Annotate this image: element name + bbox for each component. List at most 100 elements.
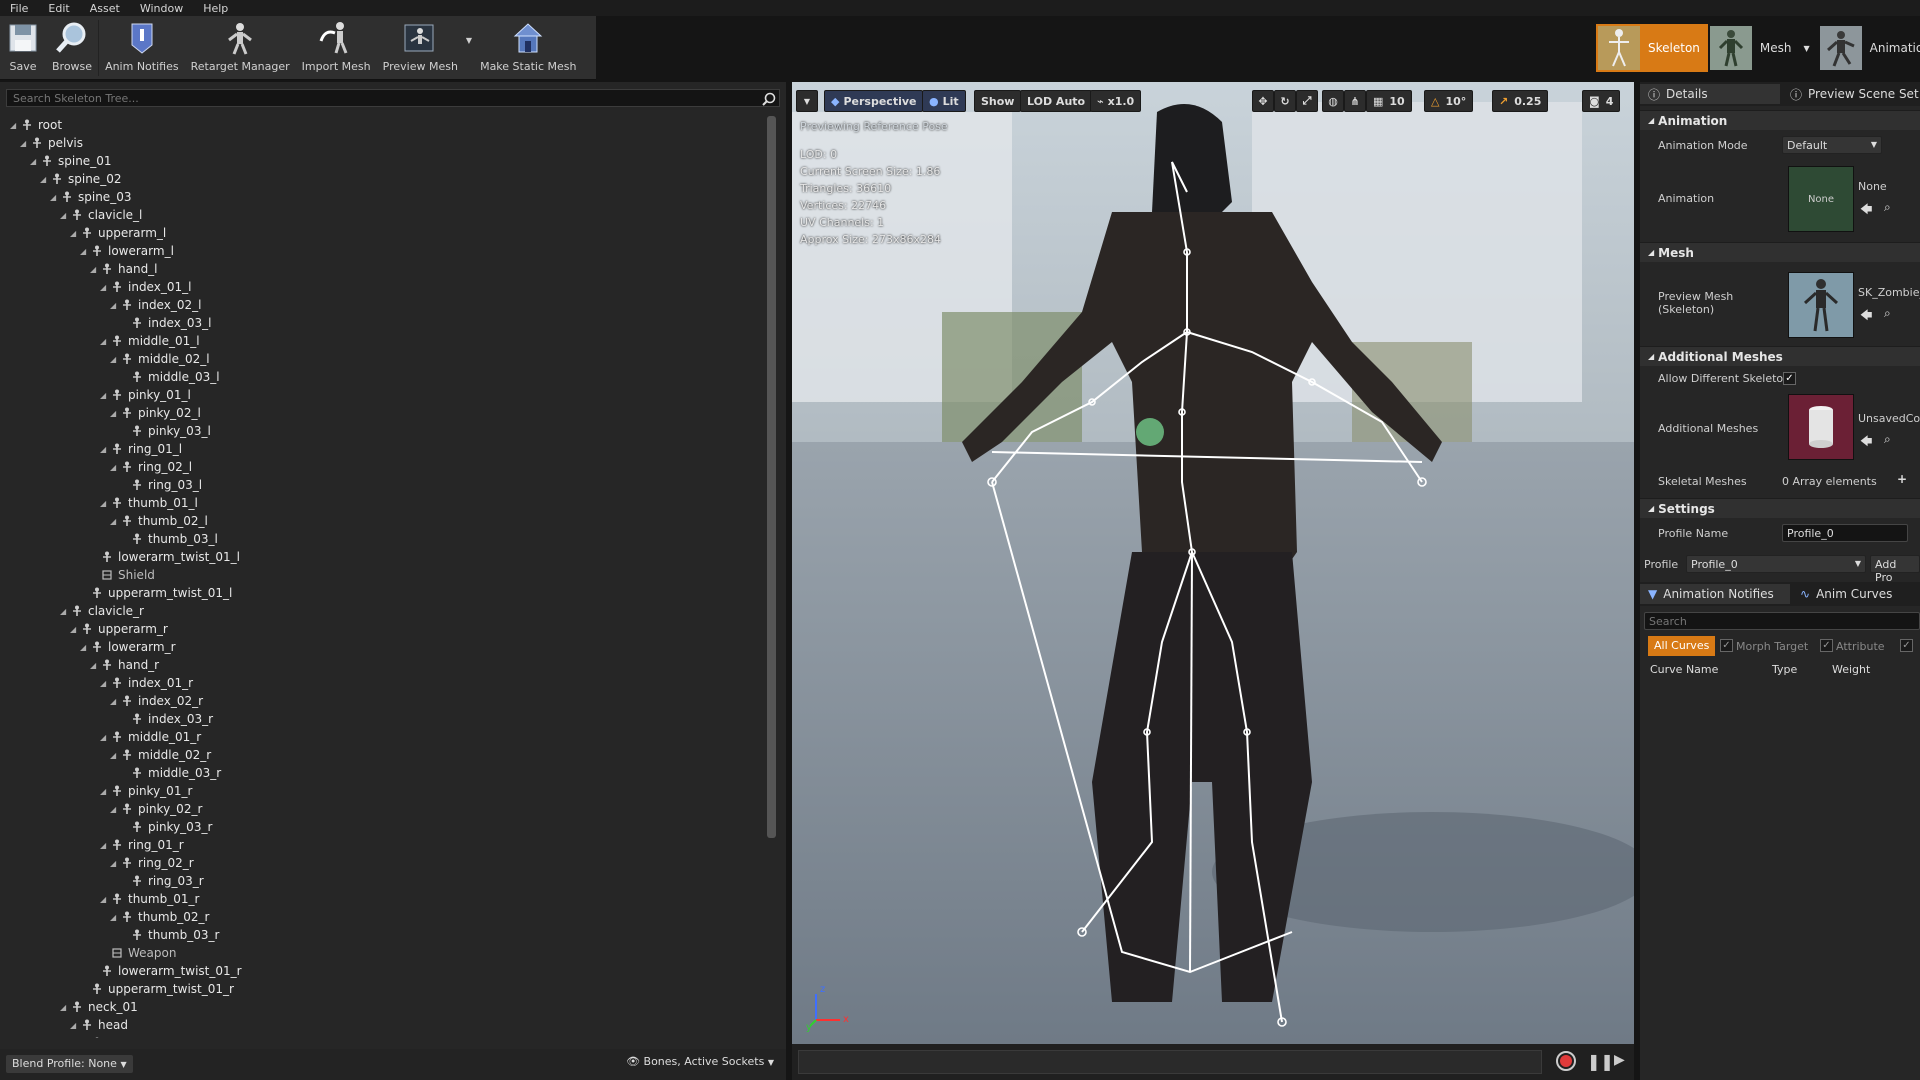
rotate-tool-button[interactable]: ↻ [1274, 90, 1296, 112]
show-button[interactable]: Show [974, 90, 1022, 112]
bone-node[interactable]: ◢ lowerarm_l [80, 242, 174, 260]
bone-node[interactable]: ◢ hand_r [90, 656, 159, 674]
expand-arrow-icon[interactable]: ◢ [100, 499, 110, 508]
bone-node[interactable]: ◢ middle_02_r [110, 746, 211, 764]
bone-node[interactable]: ◢ neck_01 [60, 998, 138, 1016]
save-button[interactable]: Save [0, 16, 46, 78]
chevron-down-icon[interactable]: ▼ [1803, 44, 1809, 53]
category-mesh[interactable]: ◢ Mesh [1640, 242, 1920, 262]
perspective-button[interactable]: ◆ Perspective [824, 90, 924, 112]
pause-icon[interactable]: ❚❚ [1587, 1052, 1614, 1071]
camera-speed-button[interactable]: ◙ 4 [1582, 90, 1621, 112]
browse-button[interactable]: Browse [46, 16, 98, 78]
tab-details[interactable]: ⓘ Details [1640, 84, 1780, 104]
mode-skeleton-button[interactable]: Skeleton [1596, 24, 1708, 72]
search-icon[interactable]: ⌕ [1884, 432, 1891, 447]
tab-preview-scene-settings[interactable]: ⓘ Preview Scene Set [1782, 84, 1920, 104]
menu-help[interactable]: Help [193, 2, 238, 15]
bone-node[interactable]: ◢ index_02_l [110, 296, 201, 314]
expand-arrow-icon[interactable]: ◢ [50, 193, 60, 202]
make-static-mesh-button[interactable]: Make Static Mesh [474, 16, 582, 78]
bone-node[interactable]: ◢ middle_02_l [110, 350, 210, 368]
expand-arrow-icon[interactable]: ◢ [80, 643, 90, 652]
bone-node[interactable]: ◢ thumb_01_r [100, 890, 199, 908]
additional-meshes-thumbnail[interactable] [1788, 394, 1854, 460]
bone-node[interactable]: ◢ pinky_01_l [100, 386, 191, 404]
expand-arrow-icon[interactable]: ◢ [100, 733, 110, 742]
expand-arrow-icon[interactable]: ◢ [40, 175, 50, 184]
expand-arrow-icon[interactable]: ◢ [10, 121, 20, 130]
expand-arrow-icon[interactable]: ◢ [110, 751, 120, 760]
bone-node[interactable]: ◢ ring_02_r [110, 854, 194, 872]
expand-arrow-icon[interactable]: ◢ [70, 229, 80, 238]
bone-node[interactable]: ◢ hand_l [90, 260, 158, 278]
bone-node[interactable]: ◢ clavicle_r [60, 602, 144, 620]
arrow-left-icon[interactable]: 🡄 [1860, 200, 1872, 221]
bone-node[interactable]: thumb_03_r [120, 926, 219, 944]
expand-arrow-icon[interactable]: ◢ [20, 139, 30, 148]
bone-node[interactable]: ◢ index_01_l [100, 278, 191, 296]
socket-node[interactable]: Weapon [100, 944, 176, 962]
expand-arrow-icon[interactable]: ◢ [60, 607, 70, 616]
bone-node[interactable]: ◢ upperarm_l [70, 224, 166, 242]
bone-node[interactable]: lowerarm_twist_01_r [90, 962, 242, 980]
bone-node[interactable]: middle_03_r [120, 764, 221, 782]
add-profile-button[interactable]: Add Pro [1870, 555, 1920, 584]
mode-mesh-button[interactable]: Mesh ▼ [1708, 24, 1818, 72]
bone-node[interactable]: ring_03_l [120, 476, 202, 494]
expand-arrow-icon[interactable]: ◢ [90, 265, 100, 274]
bone-node[interactable]: ◢ pelvis [20, 134, 83, 152]
bone-node[interactable]: ◢ ring_02_l [110, 458, 192, 476]
bone-node[interactable]: ◢ upperarm_r [70, 620, 168, 638]
bone-node[interactable]: ◢ thumb_02_r [110, 908, 209, 926]
arrow-left-icon[interactable]: 🡄 [1860, 432, 1872, 453]
expand-arrow-icon[interactable]: ◢ [100, 679, 110, 688]
step-forward-icon[interactable]: ▶ [1614, 1052, 1625, 1068]
bone-node[interactable]: pinky_03_l [120, 422, 211, 440]
expand-arrow-icon[interactable]: ◢ [100, 337, 110, 346]
expand-arrow-icon[interactable]: ◢ [60, 211, 70, 220]
expand-arrow-icon[interactable]: ◢ [110, 463, 120, 472]
scale-tool-button[interactable]: ⤢ [1296, 90, 1318, 112]
bone-node[interactable]: ◢ spine_03 [50, 188, 131, 206]
import-mesh-button[interactable]: Import Mesh [296, 16, 377, 78]
category-animation[interactable]: ◢ Animation [1640, 110, 1920, 130]
bone-node[interactable]: index_03_r [120, 710, 213, 728]
anim-notifies-button[interactable]: Anim Notifies [99, 16, 185, 78]
viewport-options-button[interactable]: ▼ [796, 90, 818, 112]
bone-node[interactable]: ◢ lowerarm_r [80, 638, 176, 656]
bone-node[interactable]: ◢ middle_01_r [100, 728, 201, 746]
expand-arrow-icon[interactable]: ◢ [100, 841, 110, 850]
expand-arrow-icon[interactable]: ◢ [90, 661, 100, 670]
bone-node[interactable]: index_03_l [120, 314, 211, 332]
tab-animation-notifies[interactable]: ▼ Animation Notifies [1640, 584, 1790, 604]
timeline-track[interactable] [798, 1050, 1542, 1074]
rotation-snap-button[interactable]: △ 10° [1424, 90, 1474, 112]
expand-arrow-icon[interactable]: ◢ [110, 859, 120, 868]
bone-node[interactable]: middle_03_l [120, 368, 220, 386]
expand-arrow-icon[interactable]: ◢ [110, 409, 120, 418]
preview-mesh-thumbnail[interactable] [1788, 272, 1854, 338]
retarget-manager-button[interactable]: Retarget Manager [185, 16, 296, 78]
tab-anim-curves[interactable]: ∿ Anim Curves [1792, 584, 1920, 604]
translate-tool-button[interactable]: ✥ [1252, 90, 1274, 112]
expand-arrow-icon[interactable]: ◢ [100, 283, 110, 292]
expand-arrow-icon[interactable]: ◢ [100, 787, 110, 796]
blend-profile-dropdown[interactable]: Blend Profile: None ▼ [6, 1055, 133, 1073]
expand-arrow-icon[interactable]: ◢ [100, 895, 110, 904]
bone-node[interactable]: ◢ root [10, 116, 62, 134]
bone-node[interactable]: ◢ index_02_r [110, 692, 203, 710]
tree-scrollbar[interactable] [767, 116, 776, 838]
lod-button[interactable]: LOD Auto [1020, 90, 1093, 112]
bone-node[interactable]: ◢ middle_01_l [100, 332, 200, 350]
playback-speed-button[interactable]: ⌁ x1.0 [1090, 90, 1142, 112]
category-settings[interactable]: ◢ Settings [1640, 498, 1920, 518]
bone-node[interactable]: ◢ pinky_01_r [100, 782, 192, 800]
bone-node[interactable]: ◢ ring_01_r [100, 836, 184, 854]
bone-node[interactable]: upperarm_twist_01_r [80, 980, 234, 998]
bone-node[interactable]: ◢ thumb_02_l [110, 512, 208, 530]
skeleton-tree-search-input[interactable] [6, 89, 780, 107]
expand-arrow-icon[interactable]: ◢ [110, 355, 120, 364]
menu-window[interactable]: Window [130, 2, 193, 15]
animation-mode-dropdown[interactable]: Default ▼ [1782, 136, 1882, 154]
